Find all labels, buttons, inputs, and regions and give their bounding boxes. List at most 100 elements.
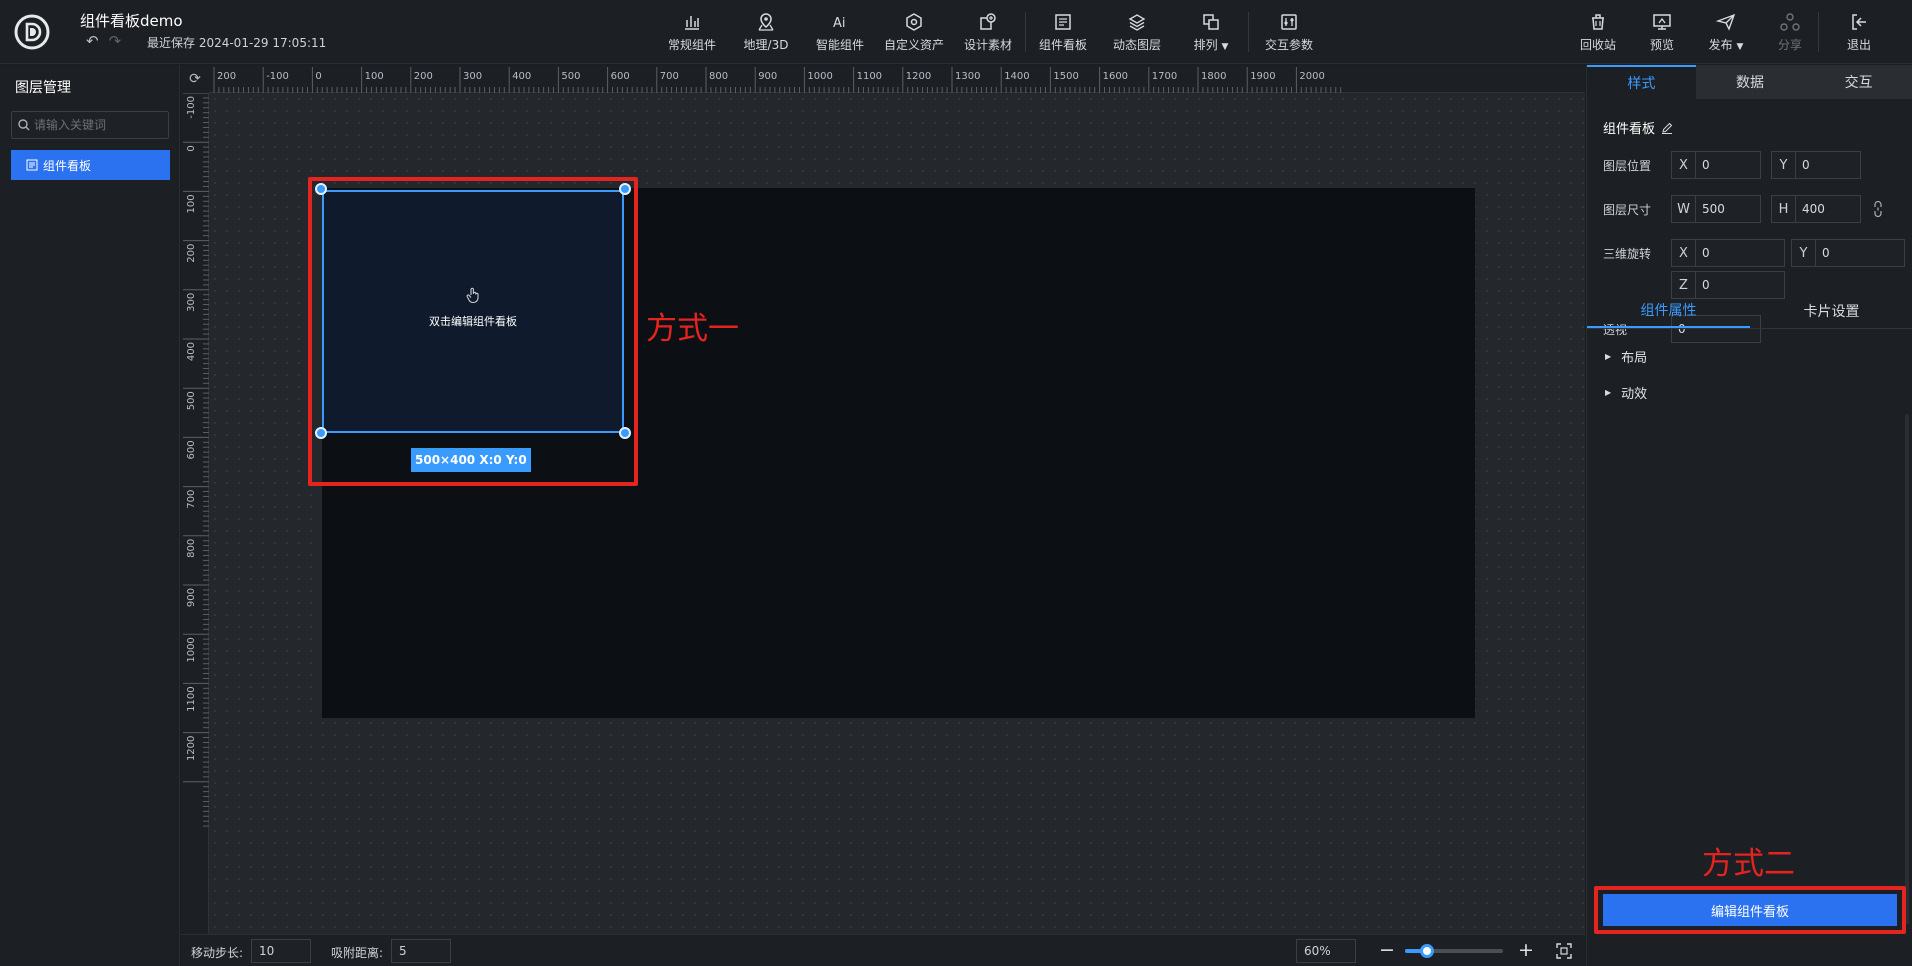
ruler-label: 0: [315, 71, 321, 82]
undo-icon[interactable]: ↶: [86, 32, 109, 50]
toolbar-geo-3d[interactable]: 地理/3D: [729, 0, 803, 64]
ruler-label: -100: [266, 71, 289, 82]
snap-distance-label: 吸附距离:: [331, 946, 384, 960]
ruler-label: 400: [512, 71, 531, 82]
zoom-slider[interactable]: [1405, 944, 1503, 958]
horizontal-ruler: 200 -100 0 100 200 300 400 500 600 700 800 900 1000 1…: [209, 65, 1585, 93]
vertical-ruler-ticks: -100 0 100 200 300 400 500 600 700 800 900 1000 1100…: [183, 93, 209, 827]
tab-interaction[interactable]: 交互: [1804, 65, 1912, 99]
ruler-label: 1900: [1250, 71, 1275, 82]
sliders-icon: [1281, 13, 1297, 30]
layer-search-input[interactable]: [34, 118, 154, 132]
move-step-input[interactable]: [251, 939, 311, 963]
property-sub-tabs: 组件属性 卡片设置: [1587, 293, 1912, 329]
position-y-input[interactable]: [1796, 158, 1856, 172]
position-x-field: X: [1671, 151, 1761, 179]
ruler-label: 600: [186, 440, 197, 459]
tab-component-props[interactable]: 组件属性: [1587, 293, 1750, 328]
chevron-down-icon: ▼: [1736, 41, 1744, 52]
height-field: H: [1771, 195, 1861, 223]
ruler-label: 200: [217, 71, 236, 82]
fit-screen-icon[interactable]: [1556, 943, 1572, 959]
toolbar-arrange[interactable]: 排列 ▼: [1174, 0, 1248, 64]
move-step-label: 移动步长:: [191, 946, 244, 960]
map-pin-icon: [758, 12, 774, 31]
caret-right-icon: ▶: [1605, 388, 1612, 397]
ruler-label: 100: [365, 71, 384, 82]
rotate-x-input[interactable]: [1696, 246, 1756, 260]
toolbar-custom-assets[interactable]: 自定义资产: [877, 0, 951, 64]
rotate-y-input[interactable]: [1816, 246, 1876, 260]
share-icon: [1780, 12, 1800, 31]
toolbar-component-board[interactable]: 组件看板: [1026, 0, 1100, 64]
vertical-ruler: -100 0 100 200 300 400 500 600 700 800 900 1000 1100…: [181, 93, 209, 934]
zoom-input[interactable]: [1296, 939, 1356, 963]
ruler-label: 1700: [1152, 71, 1177, 82]
send-icon: [1716, 13, 1736, 31]
ruler-label: 1200: [186, 736, 197, 761]
redo-icon[interactable]: ↷: [109, 32, 132, 50]
tab-card-settings[interactable]: 卡片设置: [1750, 293, 1912, 328]
refresh-icon[interactable]: ⟳: [181, 65, 209, 93]
snap-distance-input[interactable]: [391, 939, 451, 963]
search-icon: [18, 119, 30, 131]
ruler-label: 500: [561, 71, 580, 82]
width-input[interactable]: [1696, 202, 1756, 216]
ruler-label: 1400: [1004, 71, 1029, 82]
layer-item-component-board[interactable]: 组件看板: [11, 150, 170, 180]
edit-component-board-button[interactable]: 编辑组件看板: [1603, 894, 1897, 926]
material-icon: [980, 12, 996, 30]
toolbar-preview[interactable]: 预览: [1634, 0, 1690, 64]
caret-right-icon: ▶: [1605, 352, 1612, 361]
work-area[interactable]: 双击编辑组件看板 500×400 X:0 Y:0 方式一: [209, 93, 1585, 934]
save-time: 最近保存 2024-01-29 17:05:11: [147, 36, 327, 50]
annotation-box-method-one: [308, 177, 638, 486]
ruler-label: 1100: [857, 71, 882, 82]
toolbar-smart-components[interactable]: Ai 智能组件: [803, 0, 877, 64]
ruler-label: 900: [758, 71, 777, 82]
toolbar-regular-components[interactable]: 常规组件: [655, 0, 729, 64]
ruler-label: 900: [186, 588, 197, 607]
ruler-label: -100: [186, 96, 197, 119]
svg-text:Ai: Ai: [833, 16, 846, 31]
toolbar-interaction-params[interactable]: 交互参数: [1249, 0, 1329, 64]
rotate-y-field: Y: [1791, 239, 1905, 267]
annotation-text-method-two: 方式二: [1702, 846, 1795, 882]
section-layout[interactable]: ▶ 布局: [1605, 347, 1647, 366]
aspect-lock-icon[interactable]: [1873, 201, 1883, 217]
toolbar-share[interactable]: 分享: [1762, 0, 1818, 64]
zoom-in-icon[interactable]: +: [1518, 939, 1534, 961]
rotate-z-input[interactable]: [1696, 278, 1756, 292]
component-name: 组件看板: [1603, 118, 1673, 137]
zoom-slider-knob[interactable]: [1419, 944, 1434, 958]
toolbar-dynamic-layers[interactable]: 动态图层: [1100, 0, 1174, 64]
rotate-label: 三维旋转: [1603, 247, 1652, 261]
ai-icon: Ai: [833, 16, 846, 31]
edit-pencil-icon[interactable]: [1661, 122, 1673, 134]
tab-style[interactable]: 样式: [1587, 65, 1696, 99]
position-label: 图层位置: [1603, 159, 1652, 173]
ruler-label: 100: [186, 194, 197, 213]
toolbar-design-material[interactable]: 设计素材: [951, 0, 1025, 64]
main-toolbar: 常规组件 地理/3D Ai 智能组件 自定义资产 设计素材 组件看板 动态图层: [655, 0, 1329, 64]
toolbar-recycle-bin[interactable]: 回收站: [1562, 0, 1634, 64]
width-field: W: [1671, 195, 1761, 223]
undo-redo: ↶↷: [86, 32, 131, 50]
position-x-input[interactable]: [1696, 158, 1756, 172]
bar-chart-icon: [685, 15, 699, 30]
ruler-label: 1600: [1103, 71, 1128, 82]
hexagon-icon: [906, 12, 922, 31]
board-icon: [1055, 13, 1071, 30]
toolbar-exit[interactable]: 退出: [1819, 0, 1899, 64]
toolbar-publish[interactable]: 发布 ▼: [1690, 0, 1762, 64]
layers-icon: [1128, 13, 1146, 31]
ruler-label: 2000: [1299, 71, 1324, 82]
trash-icon: [1592, 13, 1604, 30]
rotate-x-field: X: [1671, 239, 1785, 267]
zoom-out-icon[interactable]: −: [1379, 939, 1395, 961]
tab-data[interactable]: 数据: [1695, 65, 1805, 99]
height-input[interactable]: [1796, 202, 1856, 216]
section-animation[interactable]: ▶ 动效: [1605, 383, 1647, 402]
property-scrollbar[interactable]: [1905, 414, 1909, 924]
ruler-label: 700: [660, 71, 679, 82]
